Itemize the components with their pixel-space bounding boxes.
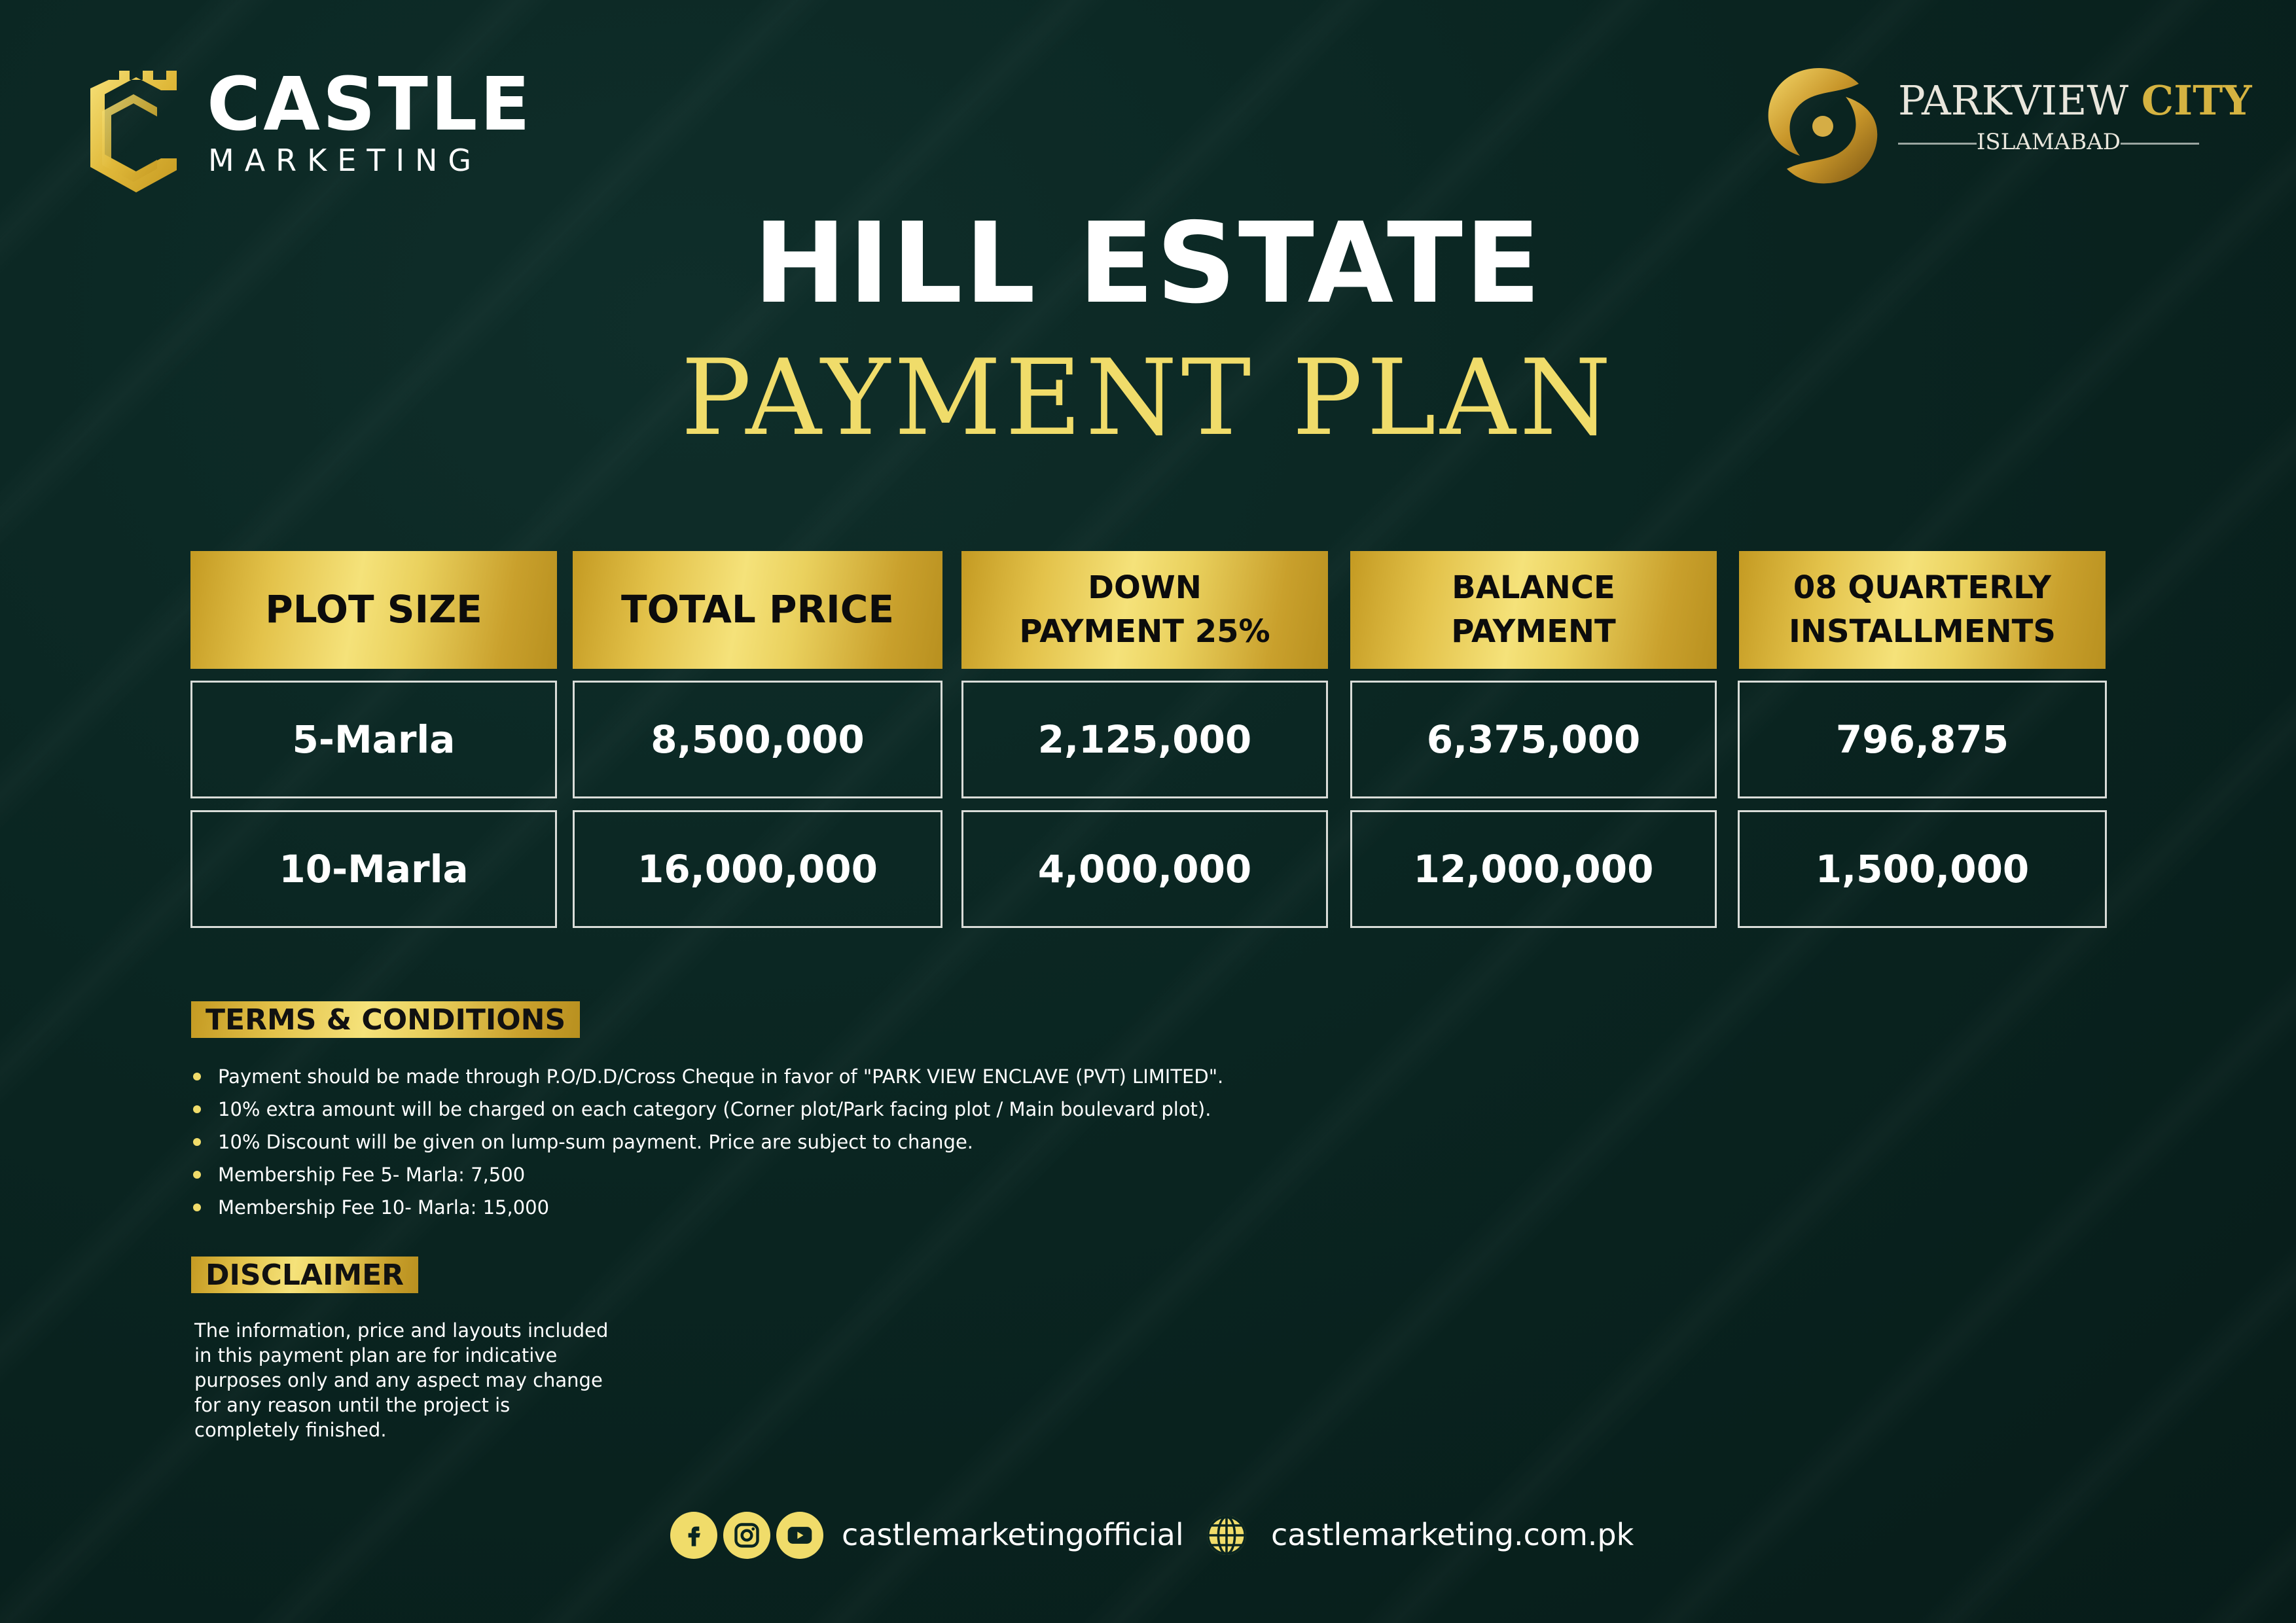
castle-logo-subtitle: MARKETING [208,143,482,178]
terms-item: 10% extra amount will be charged on each… [193,1093,1223,1126]
castle-marketing-logo: CASTLE MARKETING [90,54,530,194]
castle-logo-name: CASTLE [207,62,533,147]
table-cell-installment: 1,500,000 [1738,810,2107,928]
parkview-name: PARKVIEW CITY [1898,80,2252,121]
table-cell-total-price: 16,000,000 [573,810,942,928]
instagram-icon[interactable] [723,1512,770,1559]
terms-item: Membership Fee 5- Marla: 7,500 [193,1158,1223,1191]
parkview-name-part1: PARKVIEW [1898,77,2129,124]
terms-item: Payment should be made through P.O/D.D/C… [193,1060,1223,1093]
page-subtitle: PAYMENT PLAN [681,336,1615,459]
header-plot-size: PLOT SIZE [190,551,557,669]
website-link[interactable]: castlemarketing.com.pk [1271,1520,1634,1550]
disclaimer-heading: DISCLAIMER [191,1257,419,1293]
table-cell-plot-size: 5-Marla [190,681,557,798]
globe-icon [1203,1512,1250,1559]
youtube-icon[interactable] [776,1512,823,1559]
social-handle[interactable]: castlemarketingofficial [842,1520,1184,1550]
table-cell-down-payment: 4,000,000 [961,810,1328,928]
page-title: HILL ESTATE [753,199,1543,329]
table-cell-balance-payment: 12,000,000 [1350,810,1717,928]
parkview-city-logo: PARKVIEW CITY ISLAMABAD [1761,58,2252,192]
header-total-price: TOTAL PRICE [573,551,942,669]
table-cell-balance-payment: 6,375,000 [1350,681,1717,798]
facebook-icon[interactable] [670,1512,717,1559]
table-cell-down-payment: 2,125,000 [961,681,1328,798]
terms-list: Payment should be made through P.O/D.D/C… [193,1060,1223,1224]
parkview-city-label: ISLAMABAD [1976,129,2121,155]
terms-item: Membership Fee 10- Marla: 15,000 [193,1191,1223,1224]
disclaimer-text: The information, price and layouts inclu… [194,1319,609,1441]
castle-logo-mark-icon [90,71,177,192]
header-down-payment: DOWN PAYMENT 25% [961,551,1328,669]
table-cell-total-price: 8,500,000 [573,681,942,798]
header-quarterly-installments: 08 QUARTERLY INSTALLMENTS [1739,551,2106,669]
header-balance-payment: BALANCE PAYMENT [1350,551,1717,669]
table-cell-plot-size: 10-Marla [190,810,557,928]
parkview-name-part2: CITY [2141,77,2252,124]
terms-item: 10% Discount will be given on lump-sum p… [193,1126,1223,1158]
parkview-swirl-icon [1768,68,1878,184]
table-cell-installment: 796,875 [1738,681,2107,798]
terms-heading: TERMS & CONDITIONS [191,1001,581,1038]
